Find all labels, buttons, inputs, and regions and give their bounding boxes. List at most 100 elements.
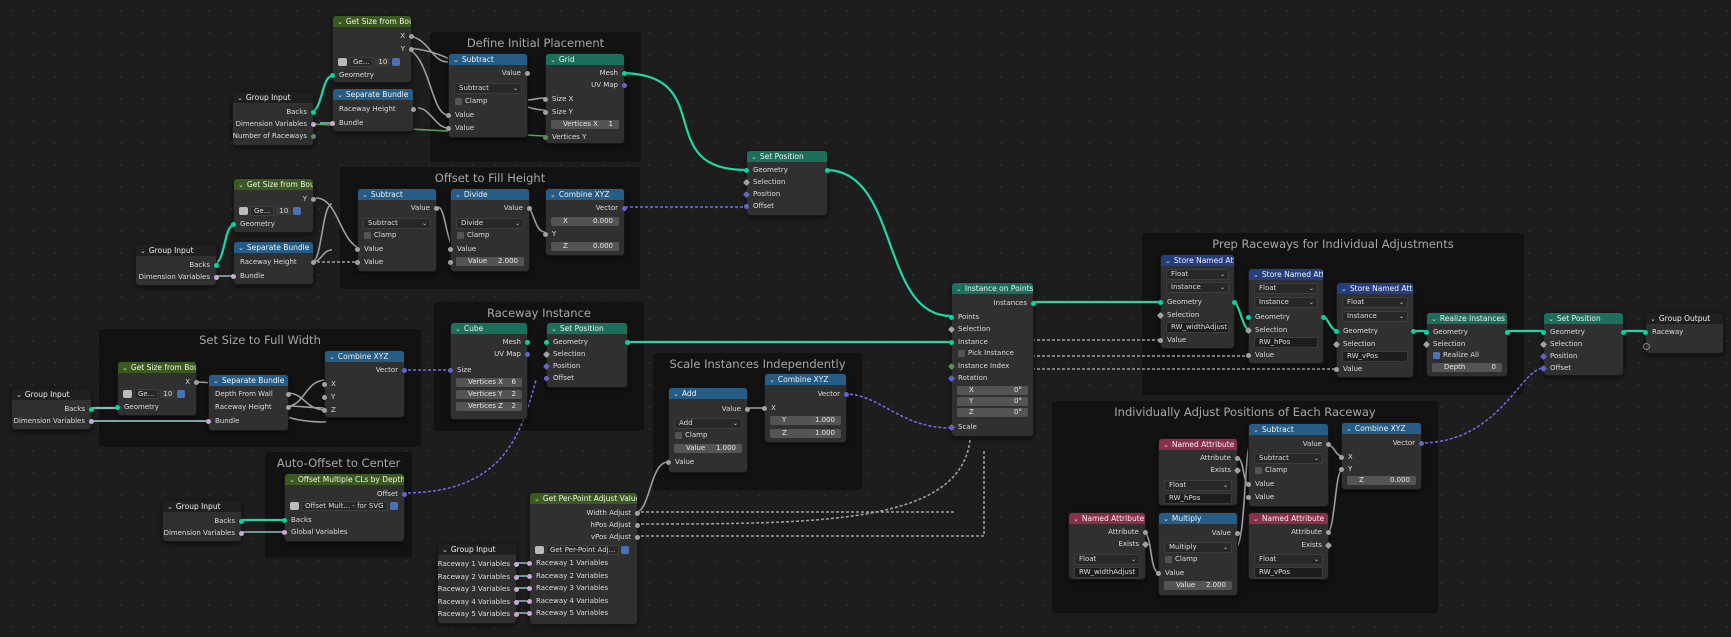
- bundle-socket[interactable]: [239, 530, 244, 536]
- rotation-x-field[interactable]: X 0°: [957, 386, 1028, 395]
- boolean-socket[interactable]: [947, 325, 956, 333]
- bundle-socket[interactable]: [527, 573, 532, 579]
- node-separate-bundle-1[interactable]: ⌄ Separate Bundle Raceway Height Bundle: [330, 88, 416, 132]
- node-combine-xyz-3[interactable]: ⌄ Combine XYZ Vector X Y 1.000 Z 1.000: [762, 373, 849, 443]
- bundle-socket[interactable]: [527, 598, 532, 604]
- data-type-dropdown[interactable]: Float ⌄: [1166, 269, 1229, 280]
- bundle-socket[interactable]: [330, 120, 335, 126]
- node-named-attribute-3[interactable]: ⌄ Named Attribute Attribute Exists Float ⌄…: [1248, 512, 1333, 580]
- vector-socket[interactable]: [1539, 364, 1548, 372]
- collapse-chevron-icon[interactable]: ⌄: [453, 55, 459, 65]
- data-type-dropdown[interactable]: Float ⌄: [1164, 480, 1232, 491]
- geometry-socket[interactable]: [1424, 329, 1429, 335]
- collapse-chevron-icon[interactable]: ⌄: [238, 243, 244, 253]
- vector-socket[interactable]: [742, 190, 751, 198]
- node-combine-xyz-1[interactable]: ⌄ Combine XYZ Vector X 0.000 Y Z 0.000: [543, 188, 627, 256]
- float-socket[interactable]: [525, 70, 530, 76]
- collapse-chevron-icon[interactable]: ⌄: [237, 93, 243, 103]
- vector-socket[interactable]: [744, 203, 749, 209]
- value-field[interactable]: Value 1.000: [674, 444, 742, 453]
- collapse-chevron-icon[interactable]: ⌄: [550, 55, 556, 65]
- node-get-per-point-adjust[interactable]: ⌄ Get Per-Point Adjust Values Width Adjus…: [527, 492, 640, 625]
- node-group-input-3[interactable]: ⌄ Group Input Backs Dimension Variables: [11, 388, 94, 430]
- collapse-chevron-icon[interactable]: ⌄: [1073, 514, 1079, 524]
- float-socket[interactable]: [322, 394, 327, 400]
- bundle-socket[interactable]: [514, 574, 519, 580]
- node-group-input-5[interactable]: ⌄ Group Input Raceway 1 Variables Raceway…: [437, 543, 519, 624]
- boolean-socket[interactable]: [542, 350, 551, 358]
- pick-instance-checkbox[interactable]: Pick Instance: [958, 349, 1014, 358]
- bundle-socket[interactable]: [214, 274, 219, 280]
- boolean-socket[interactable]: [1156, 311, 1165, 319]
- clamp-checkbox[interactable]: Clamp: [1255, 466, 1287, 475]
- collapse-chevron-icon[interactable]: ⌄: [1341, 284, 1347, 294]
- vector-socket[interactable]: [1419, 440, 1424, 446]
- geometry-socket[interactable]: [231, 221, 236, 227]
- float-socket[interactable]: [286, 391, 291, 397]
- bundle-socket[interactable]: [527, 585, 532, 591]
- vector-socket[interactable]: [402, 367, 407, 373]
- float-socket[interactable]: [355, 246, 360, 252]
- domain-dropdown[interactable]: Instance ⌄: [1342, 311, 1408, 322]
- node-instance-on-points[interactable]: ⌄ Instance on Points Instances Points Sel…: [947, 282, 1036, 437]
- float-socket[interactable]: [543, 231, 548, 237]
- node-combine-xyz-4[interactable]: ⌄ Combine XYZ Vector X Y Z 0.000: [1339, 422, 1424, 490]
- float-socket[interactable]: [1339, 454, 1344, 460]
- attribute-name-field[interactable]: RW_vPos: [1254, 567, 1323, 578]
- node-set-position-1[interactable]: ⌄ Set Position Geometry Selection Positio…: [742, 150, 830, 216]
- bundle-socket[interactable]: [231, 273, 236, 279]
- integer-socket[interactable]: [311, 133, 316, 139]
- float-socket[interactable]: [1246, 481, 1251, 487]
- data-type-dropdown[interactable]: Float ⌄: [1254, 283, 1318, 294]
- clamp-checkbox[interactable]: Clamp: [455, 97, 487, 106]
- geometry-socket[interactable]: [744, 167, 749, 173]
- float-socket[interactable]: [635, 522, 640, 528]
- realize-all-checkbox[interactable]: Realize All: [1433, 351, 1479, 360]
- boolean-socket[interactable]: [1332, 340, 1341, 348]
- collapse-chevron-icon[interactable]: ⌄: [550, 190, 556, 200]
- float-socket[interactable]: [1235, 455, 1240, 461]
- bundle-socket[interactable]: [527, 560, 532, 566]
- node-set-position-3[interactable]: ⌄ Set Position Geometry Selection Positio…: [1539, 312, 1626, 376]
- float-socket[interactable]: [543, 96, 548, 102]
- data-type-dropdown[interactable]: Float ⌄: [1254, 554, 1323, 565]
- float-socket[interactable]: [1156, 570, 1161, 576]
- float-socket[interactable]: [1235, 530, 1240, 536]
- geometry-socket[interactable]: [1411, 328, 1416, 334]
- float-socket[interactable]: [1246, 352, 1251, 358]
- value-field[interactable]: Value 2.000: [1164, 581, 1232, 590]
- collapse-chevron-icon[interactable]: ⌄: [1163, 440, 1169, 450]
- geometry-socket[interactable]: [1334, 328, 1339, 334]
- fake-user-shield-icon[interactable]: [389, 502, 398, 510]
- float-socket[interactable]: [409, 46, 414, 52]
- z-field[interactable]: Z 0.000: [1347, 476, 1416, 485]
- vector-socket[interactable]: [525, 351, 530, 357]
- data-type-dropdown[interactable]: Float ⌄: [1342, 297, 1408, 308]
- clamp-checkbox[interactable]: Clamp: [675, 431, 707, 440]
- geometry-socket[interactable]: [214, 262, 219, 268]
- float-socket[interactable]: [1158, 337, 1163, 343]
- boolean-socket[interactable]: [1244, 326, 1253, 334]
- attribute-name-field[interactable]: RW_hPos: [1254, 337, 1318, 348]
- data-type-dropdown[interactable]: Float ⌄: [1074, 554, 1140, 565]
- node-separate-bundle-3[interactable]: ⌄ Separate Bundle Depth From Wall Raceway…: [206, 374, 291, 431]
- collapse-chevron-icon[interactable]: ⌄: [337, 90, 343, 100]
- node-group-input-1[interactable]: ⌄ Group Input Backs Dimension Variables N…: [232, 91, 316, 146]
- bundle-socket[interactable]: [527, 610, 532, 616]
- float-socket[interactable]: [1246, 494, 1251, 500]
- geometry-socket[interactable]: [525, 339, 530, 345]
- node-separate-bundle-2[interactable]: ⌄ Separate Bundle Raceway Height Bundle: [231, 241, 316, 285]
- collapse-chevron-icon[interactable]: ⌄: [238, 180, 244, 190]
- vertices-z-field[interactable]: Vertices Z 2: [456, 402, 522, 411]
- integer-socket[interactable]: [947, 362, 956, 370]
- geometry-socket[interactable]: [1158, 299, 1163, 305]
- node-get-size-from-bounds-1[interactable]: ⌄Get Size from Bou... X Y Ge...10 Geomet…: [330, 15, 414, 83]
- node-divide[interactable]: ⌄ Divide Value Divide ⌄ Clamp Value Value 2…: [448, 188, 532, 272]
- bundle-socket[interactable]: [89, 418, 94, 424]
- vertices-x-field[interactable]: Vertices X 1: [551, 120, 619, 129]
- node-grid[interactable]: ⌄ Grid Mesh UV Map Size X Size Y Vertices…: [543, 53, 627, 144]
- node-store-named-attribute-2[interactable]: ⌄Store Named Attrib... Float⌄ Instance⌄ …: [1244, 268, 1326, 364]
- geometry-socket[interactable]: [1541, 329, 1546, 335]
- operation-dropdown[interactable]: Subtract ⌄: [1254, 453, 1323, 464]
- vector-socket[interactable]: [542, 362, 551, 370]
